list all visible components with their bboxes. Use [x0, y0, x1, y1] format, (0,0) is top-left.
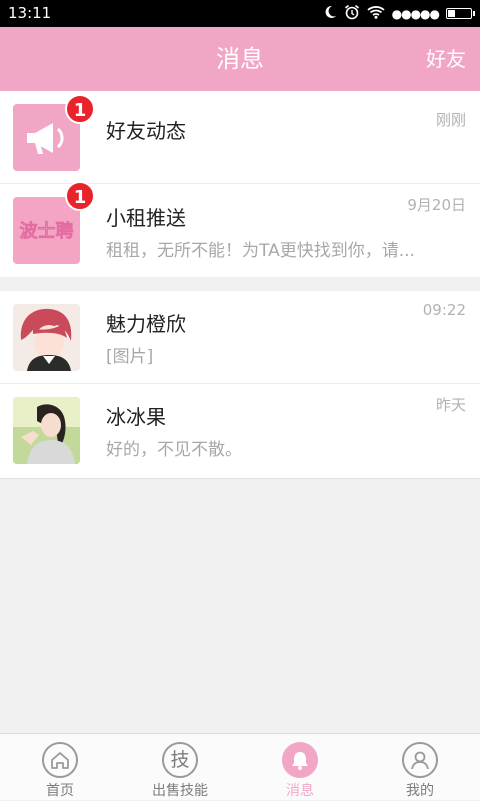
nav-messages[interactable]: 消息 — [240, 734, 360, 801]
nav-label: 消息 — [286, 783, 314, 799]
unread-badge: 1 — [65, 181, 95, 211]
system-messages-group: 1 好友动态 刚刚 波士聘 1 小租推送 租租，无所不能！为TA更快找到你，请.… — [0, 91, 480, 277]
chat-messages-group: 魅力橙欣 [图片] 09:22 冰冰果 好的，不见不散。 昨天 — [0, 291, 480, 479]
bell-icon — [282, 742, 318, 778]
message-preview: 好的，不见不散。 — [106, 440, 242, 460]
nav-home[interactable]: 首页 — [0, 734, 120, 801]
skill-icon: 技 — [162, 742, 198, 778]
moon-icon — [323, 5, 337, 23]
avatar-logo-text: 波士聘 — [20, 220, 74, 242]
list-item[interactable]: 1 好友动态 刚刚 — [0, 91, 480, 184]
header-bar: 消息 好友 — [0, 27, 480, 91]
message-time: 09:22 — [422, 301, 466, 319]
nav-label: 我的 — [406, 783, 434, 799]
wifi-icon — [367, 5, 385, 23]
page-title: 消息 — [216, 45, 264, 73]
friends-button[interactable]: 好友 — [426, 27, 466, 91]
status-time: 13:11 — [8, 4, 52, 22]
nav-label: 首页 — [46, 783, 74, 799]
nav-label: 出售技能 — [152, 783, 208, 799]
list-item[interactable]: 魅力橙欣 [图片] 09:22 — [0, 291, 480, 384]
message-time: 9月20日 — [407, 196, 466, 214]
message-preview: 租租，无所不能！为TA更快找到你，请... — [106, 241, 415, 261]
conversation-name: 魅力橙欣 — [106, 312, 186, 336]
conversation-name: 小租推送 — [106, 206, 186, 230]
message-preview: [图片] — [106, 347, 154, 367]
unread-badge: 1 — [65, 94, 95, 124]
status-icons: ●●●●● — [323, 3, 475, 24]
message-time: 昨天 — [435, 396, 466, 414]
signal-icon: ●●●●● — [391, 6, 440, 21]
conversation-name: 冰冰果 — [106, 405, 166, 429]
alarm-icon — [344, 4, 360, 24]
message-time: 刚刚 — [435, 111, 466, 129]
list-item[interactable]: 波士聘 1 小租推送 租租，无所不能！为TA更快找到你，请... 9月20日 — [0, 181, 480, 277]
home-icon — [42, 742, 78, 778]
status-bar: 13:11 ●●●●● — [0, 0, 480, 27]
nav-sell-skills[interactable]: 技 出售技能 — [120, 734, 240, 801]
conversation-name: 好友动态 — [106, 119, 186, 143]
battery-icon — [446, 8, 475, 19]
nav-profile[interactable]: 我的 — [360, 734, 480, 801]
list-item[interactable]: 冰冰果 好的，不见不散。 昨天 — [0, 384, 480, 477]
avatar — [13, 397, 80, 464]
skill-icon-text: 技 — [170, 749, 190, 771]
user-icon — [402, 742, 438, 778]
avatar — [13, 304, 80, 371]
bottom-nav: 首页 技 出售技能 消息 我的 — [0, 733, 480, 800]
